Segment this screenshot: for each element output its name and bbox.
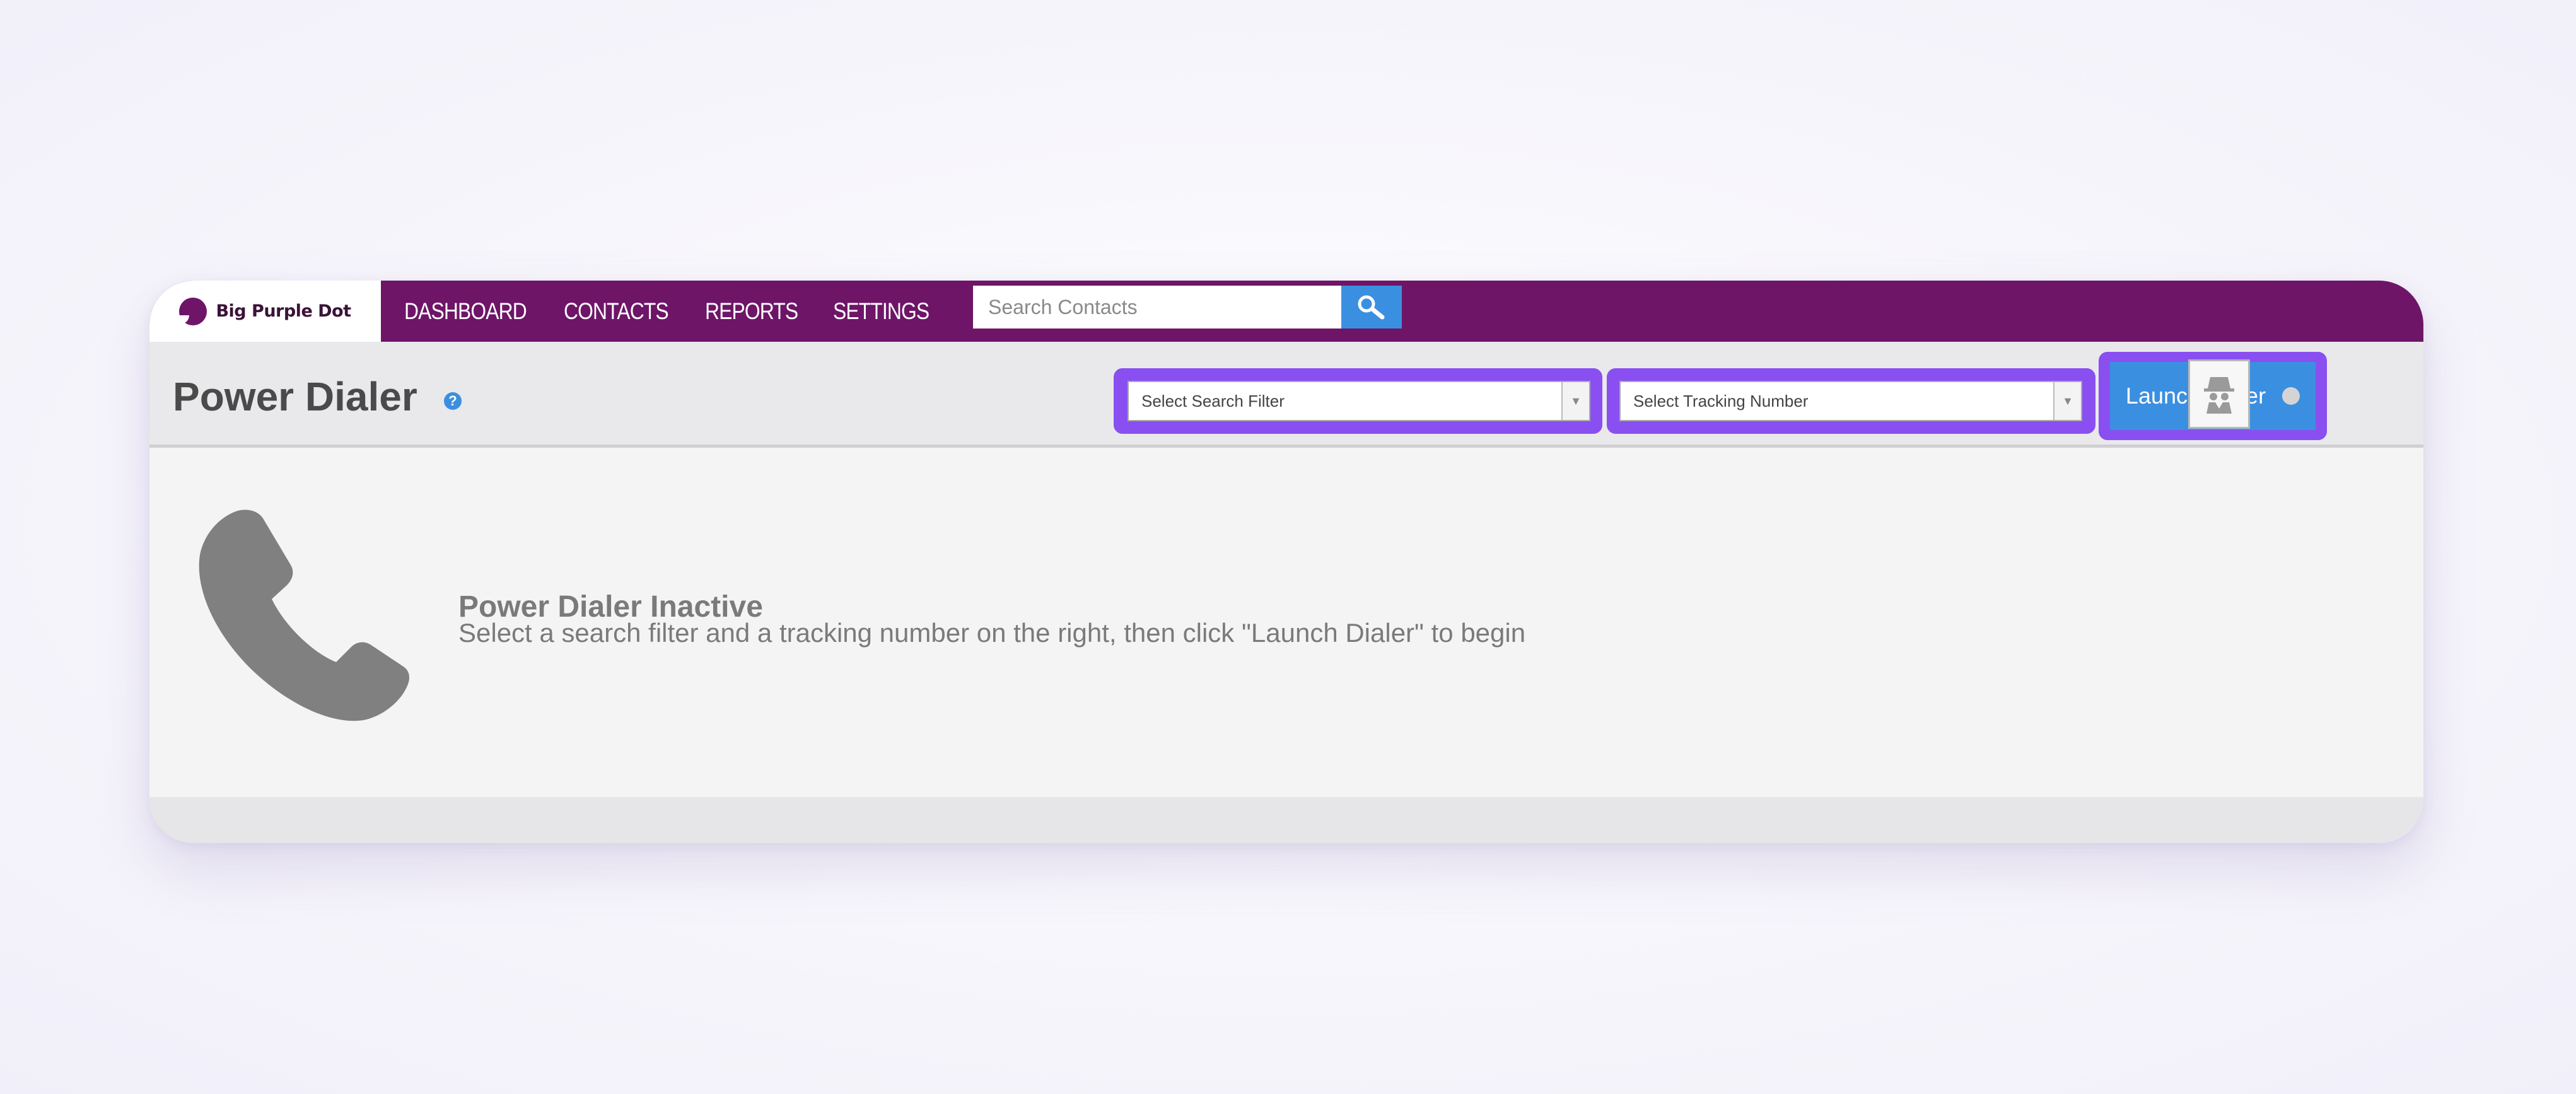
chevron-down-icon: ▼ [2053,382,2081,420]
footer-band [149,797,2423,843]
app-window: Big Purple Dot DASHBOARD CONTACTS REPORT… [149,281,2423,843]
search-contacts-input[interactable] [973,286,1341,329]
nav-reports[interactable]: REPORTS [705,281,798,342]
logo-dot-icon [175,297,207,325]
chevron-down-icon: ▼ [1561,382,1589,420]
tracking-number-select[interactable]: Select Tracking Number ▼ [1619,381,2082,421]
brand-logo[interactable]: Big Purple Dot [149,281,381,342]
page-title: Power Dialer [173,374,417,419]
nav-contacts[interactable]: CONTACTS [564,281,669,342]
tracking-number-label: Select Tracking Number [1633,391,1809,410]
nav-dashboard[interactable]: DASHBOARD [404,281,527,342]
search-button[interactable] [1341,286,1402,329]
search-icon [1358,295,1385,320]
brand-name: Big Purple Dot [216,301,351,321]
search-filter-select[interactable]: Select Search Filter ▼ [1128,381,1590,421]
dialer-status-panel: Power Dialer Inactive Select a search fi… [149,448,2423,797]
incognito-icon [2204,377,2234,414]
status-indicator-dot [2282,387,2300,405]
search-filter-label: Select Search Filter [1141,391,1285,410]
dialer-status-message: Select a search filter and a tracking nu… [458,618,1526,648]
nav-settings[interactable]: SETTINGS [833,281,930,342]
help-icon[interactable]: ? [444,392,462,410]
top-navbar: Big Purple Dot DASHBOARD CONTACTS REPORT… [149,281,2423,342]
incognito-button[interactable] [2188,359,2250,429]
phone-icon [199,509,409,721]
